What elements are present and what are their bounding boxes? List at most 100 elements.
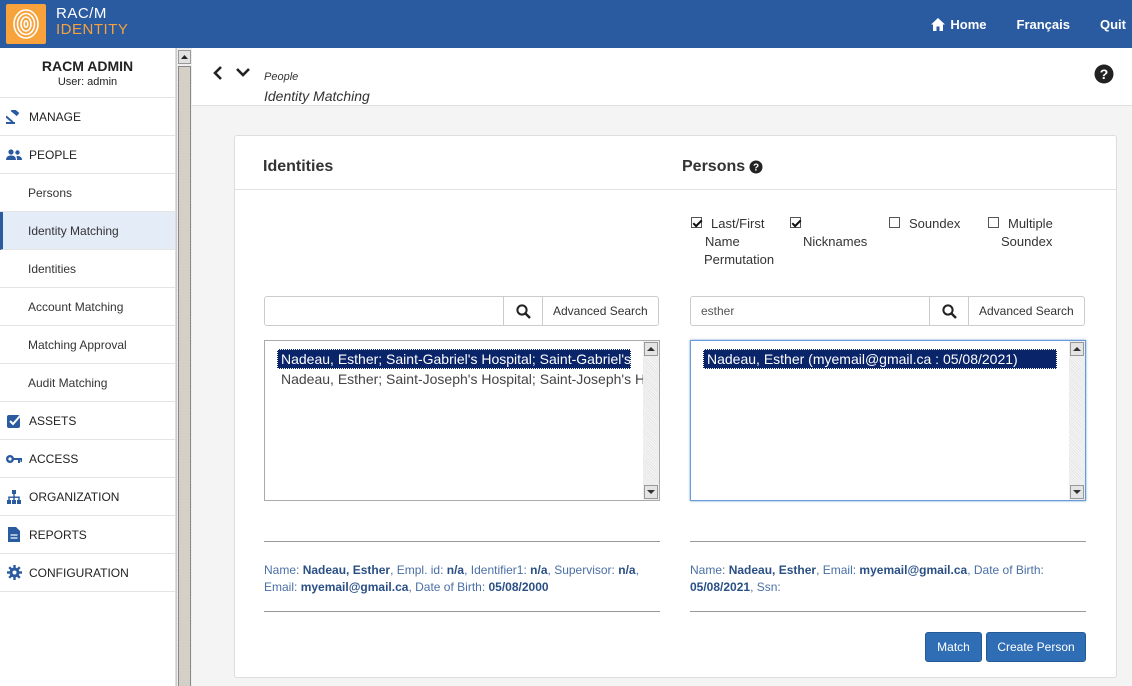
persons-advanced-search-button[interactable]: Advanced Search	[969, 296, 1085, 326]
sidebar-item-identities[interactable]: Identities	[0, 250, 175, 288]
checkbox-label: Permutation	[704, 252, 775, 267]
svg-text:?: ?	[753, 163, 759, 174]
language-label: Français	[1016, 16, 1070, 32]
sidebar-item-label: Persons	[28, 185, 73, 200]
back-chevron-icon[interactable]	[212, 66, 224, 83]
sidebar-item-label: Audit Matching	[28, 375, 108, 390]
divider	[690, 541, 1086, 542]
persons-search-button[interactable]	[930, 296, 969, 326]
sidebar-item-label: MANAGE	[29, 109, 82, 124]
scroll-down-arrow-icon[interactable]	[644, 485, 658, 499]
checkbox-label: Soundex	[909, 216, 961, 231]
list-item[interactable]: Nadeau, Esther; Saint-Joseph's Hospital;…	[277, 369, 645, 389]
sidebar-item-label: PEOPLE	[29, 147, 78, 162]
chevron-down-icon[interactable]	[236, 66, 250, 81]
persons-search-input[interactable]	[690, 296, 930, 326]
sidebar-item-manage[interactable]: MANAGE	[0, 98, 175, 136]
sidebar-item-identity-matching[interactable]: Identity Matching	[0, 212, 175, 250]
fingerprint-logo-icon	[6, 4, 46, 44]
page-header: People Identity Matching ?	[192, 48, 1132, 106]
checkbox-icon	[6, 413, 22, 429]
user-info: RACM ADMIN User: admin	[0, 48, 175, 98]
top-bar: RAC/M IDENTITY Home Français Quit	[0, 0, 1132, 48]
persons-list-scrollbar[interactable]	[1069, 341, 1085, 500]
checkbox-box[interactable]	[889, 217, 900, 228]
persons-title-wrap: Persons ?	[682, 158, 763, 176]
sidebar-item-assets[interactable]: ASSETS	[0, 402, 175, 440]
home-link[interactable]: Home	[931, 16, 987, 32]
sidebar-item-configuration[interactable]: CONFIGURATION	[0, 554, 175, 592]
checkbox-box[interactable]	[988, 217, 999, 228]
multiple-soundex-checkbox[interactable]: Multiple Soundex	[988, 215, 1068, 251]
sidebar-item-audit-matching[interactable]: Audit Matching	[0, 364, 175, 402]
quit-label: Quit	[1100, 16, 1126, 32]
language-link[interactable]: Français	[1017, 17, 1070, 32]
sidebar-item-organization[interactable]: ORGANIZATION	[0, 478, 175, 516]
sidebar-item-label: Matching Approval	[28, 337, 127, 352]
identities-search-input[interactable]	[264, 296, 504, 326]
person-details: Name: Nadeau, Esther, Email: myemail@gma…	[690, 563, 1044, 594]
identities-title: Identities	[263, 158, 334, 175]
identities-search-group: Advanced Search	[264, 296, 659, 326]
sidebar-item-people[interactable]: PEOPLE	[0, 136, 175, 174]
page-title: Identity Matching	[264, 88, 370, 104]
identities-list-scrollbar[interactable]	[643, 341, 659, 500]
sidebar-item-matching-approval[interactable]: Matching Approval	[0, 326, 175, 364]
sidebar-item-reports[interactable]: REPORTS	[0, 516, 175, 554]
match-button[interactable]: Match	[925, 632, 982, 662]
identities-search-button[interactable]	[504, 296, 543, 326]
sidebar-item-label: CONFIGURATION	[29, 565, 129, 580]
identities-options: Nadeau, Esther; Saint-Gabriel's Hospital…	[277, 349, 645, 389]
sidebar-item-account-matching[interactable]: Account Matching	[0, 288, 175, 326]
identities-advanced-search-button[interactable]: Advanced Search	[543, 296, 659, 326]
quit-link[interactable]: Quit	[1100, 17, 1126, 32]
checkbox-label: Soundex	[1001, 234, 1053, 249]
list-item[interactable]: Nadeau, Esther (myemail@gmail.ca : 05/08…	[703, 349, 1057, 369]
persons-title: Persons	[682, 158, 746, 175]
divider	[690, 611, 1086, 612]
key-icon	[6, 451, 22, 467]
sidebar: RACM ADMIN User: admin MANAGE PEOPLE Per…	[0, 48, 176, 686]
scrollbar-thumb[interactable]	[178, 66, 191, 686]
help-icon[interactable]: ?	[749, 160, 763, 174]
sidebar-item-label: Identity Matching	[28, 223, 119, 238]
scroll-up-arrow-icon[interactable]	[644, 342, 658, 356]
nicknames-checkbox[interactable]: Nicknames	[790, 215, 875, 251]
sidebar-item-access[interactable]: ACCESS	[0, 440, 175, 478]
checkbox-box[interactable]	[790, 217, 801, 228]
users-icon	[6, 147, 22, 163]
identity-details: Name: Nadeau, Esther, Empl. id: n/a, Ide…	[264, 563, 639, 594]
checkbox-box[interactable]	[691, 217, 702, 228]
list-item[interactable]: Nadeau, Esther; Saint-Gabriel's Hospital…	[277, 349, 631, 369]
divider	[264, 611, 660, 612]
sidebar-item-persons[interactable]: Persons	[0, 174, 175, 212]
svg-text:?: ?	[1100, 66, 1109, 82]
home-icon	[931, 17, 946, 31]
user-role: User: admin	[57, 76, 118, 88]
gavel-icon	[6, 109, 22, 125]
scroll-up-arrow-icon[interactable]	[178, 50, 191, 64]
brand-name: RAC/M IDENTITY	[56, 5, 129, 38]
soundex-checkbox[interactable]: Soundex	[889, 215, 969, 233]
last-first-permutation-checkbox[interactable]: Last/First Name Permutation	[691, 215, 781, 269]
identities-listbox[interactable]: Nadeau, Esther; Saint-Gabriel's Hospital…	[264, 340, 660, 501]
sidebar-item-label: Account Matching	[28, 299, 124, 314]
scroll-down-arrow-icon[interactable]	[1070, 485, 1084, 499]
file-icon	[6, 527, 22, 543]
sidebar-item-label: Identities	[28, 261, 77, 276]
help-icon[interactable]: ?	[1094, 64, 1114, 87]
checkbox-label: Last/First	[711, 216, 765, 231]
sidebar-scrollbar[interactable]	[176, 48, 192, 686]
scroll-up-arrow-icon[interactable]	[1070, 342, 1084, 356]
checkbox-label: Nicknames	[803, 234, 868, 249]
checkbox-label: Name	[705, 234, 740, 249]
sidebar-item-label: REPORTS	[29, 527, 87, 542]
sidebar-item-label: ORGANIZATION	[29, 489, 120, 504]
sidebar-item-label: ASSETS	[29, 413, 77, 428]
search-icon	[941, 303, 957, 319]
panel-header: Identities Persons ?	[235, 136, 1116, 190]
create-person-button[interactable]: Create Person	[986, 632, 1086, 662]
checkbox-label: Multiple	[1008, 216, 1053, 231]
persons-listbox[interactable]: Nadeau, Esther (myemail@gmail.ca : 05/08…	[690, 340, 1086, 501]
home-label: Home	[950, 16, 987, 32]
